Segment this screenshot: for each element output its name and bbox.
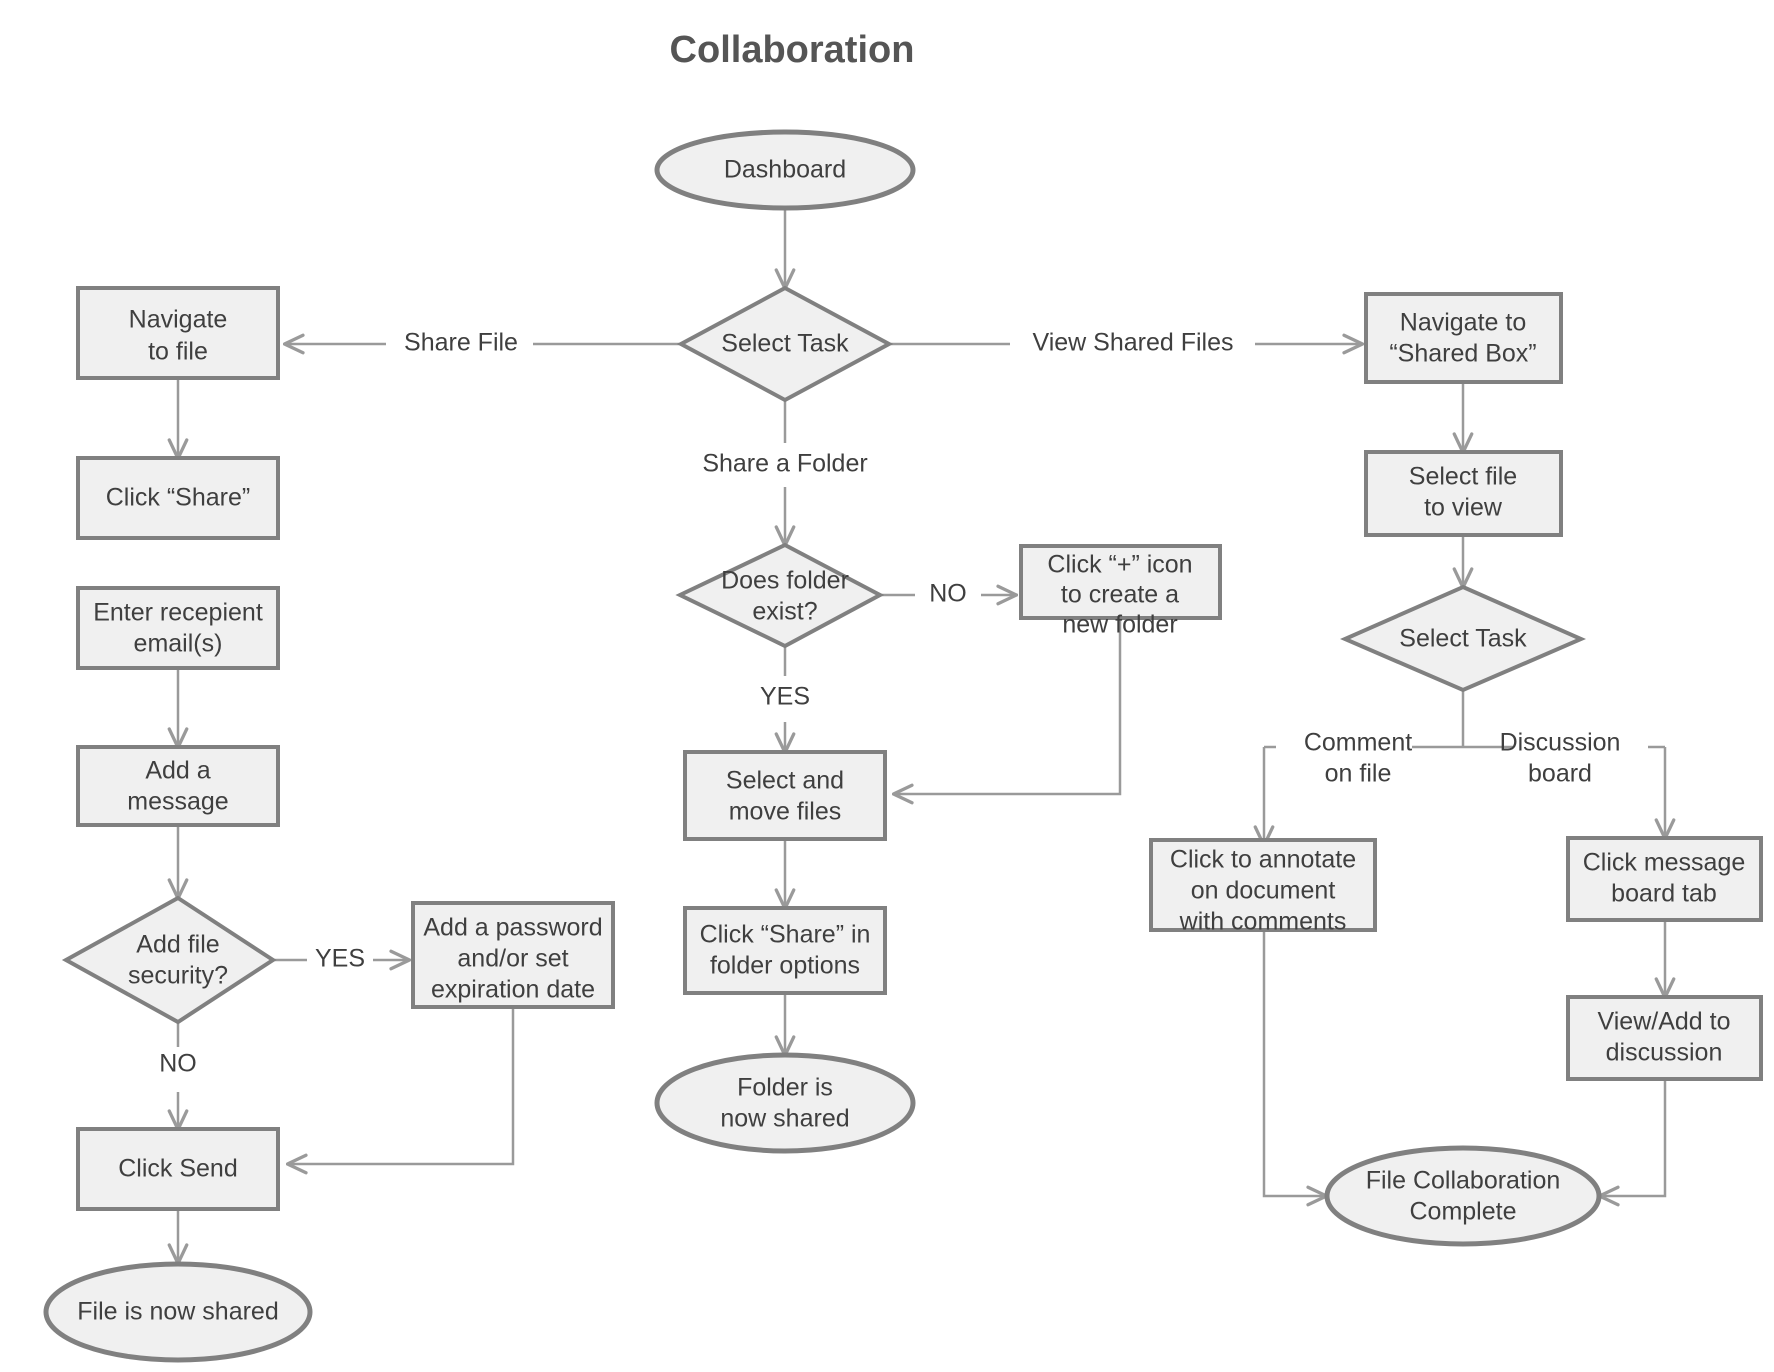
- node-add-password[interactable]: Add a password and/or set expiration dat…: [411, 901, 615, 1009]
- node-select-and-move-files-line1: Select and: [726, 767, 844, 795]
- edge-label-layer: Share File View Shared Files Share a Fol…: [159, 329, 1620, 1078]
- node-enter-recipient-email[interactable]: Enter recepient email(s): [76, 586, 280, 670]
- node-click-to-annotate-line3: with comments: [1179, 908, 1347, 936]
- node-select-task-2[interactable]: Select Task: [1340, 584, 1586, 693]
- node-folder-is-now-shared-line1: Folder is: [737, 1074, 833, 1102]
- node-click-send-label: Click Send: [118, 1155, 238, 1183]
- node-file-is-now-shared[interactable]: File is now shared: [43, 1261, 313, 1363]
- node-dashboard-label: Dashboard: [724, 156, 846, 184]
- edge-label-share-file: Share File: [404, 329, 518, 357]
- node-navigate-shared-box-shape: [1364, 292, 1563, 384]
- node-add-password-line2: and/or set: [457, 945, 568, 973]
- node-add-a-message[interactable]: Add a message: [76, 745, 280, 827]
- edge-label-folder-no: NO: [929, 580, 967, 608]
- node-click-send[interactable]: Click Send: [76, 1127, 280, 1211]
- node-navigate-shared-box[interactable]: Navigate to “Shared Box”: [1364, 292, 1563, 384]
- node-select-and-move-files-shape: [683, 750, 887, 841]
- node-add-a-message-line1: Add a: [145, 757, 210, 785]
- node-add-file-security-line1: Add file: [136, 931, 219, 959]
- node-does-folder-exist-line2: exist?: [752, 598, 817, 626]
- node-select-task-1-label: Select Task: [721, 330, 849, 358]
- node-navigate-shared-box-line1: Navigate to: [1400, 309, 1526, 337]
- node-does-folder-exist-line1: Does folder: [721, 567, 849, 595]
- node-click-to-annotate[interactable]: Click to annotate on document with comme…: [1149, 838, 1377, 936]
- node-enter-recipient-email-line2: email(s): [134, 630, 223, 658]
- node-navigate-shared-box-line2: “Shared Box”: [1389, 340, 1536, 368]
- node-file-is-now-shared-label: File is now shared: [77, 1298, 278, 1326]
- node-click-plus-icon-line3: new folder: [1062, 611, 1177, 639]
- edge-label-view-shared-files: View Shared Files: [1032, 329, 1233, 357]
- node-click-plus-icon[interactable]: Click “+” icon to create a new folder: [1019, 544, 1222, 639]
- node-select-file-to-view[interactable]: Select file to view: [1364, 450, 1563, 537]
- edge-add-password-to-click-send: [288, 1007, 515, 1164]
- node-select-task-2-label: Select Task: [1399, 625, 1527, 653]
- edge-label-folder-yes: YES: [760, 683, 810, 711]
- node-file-collaboration-complete-line2: Complete: [1410, 1198, 1517, 1226]
- node-view-add-discussion-line1: View/Add to: [1598, 1008, 1731, 1036]
- flowchart-svg: Collaboration Share File View Shared Fil…: [43, 29, 1763, 1363]
- node-click-share-label: Click “Share”: [106, 484, 250, 512]
- edge-annotate-to-complete: [1262, 930, 1326, 1196]
- node-folder-is-now-shared-line2: now shared: [720, 1105, 849, 1133]
- node-add-file-security-line2: security?: [128, 962, 228, 990]
- node-navigate-to-file[interactable]: Navigate to file: [76, 286, 280, 380]
- node-does-folder-exist[interactable]: Does folder exist?: [675, 542, 885, 649]
- node-click-to-annotate-line2: on document: [1191, 877, 1336, 905]
- node-click-share-folder-options-line2: folder options: [710, 952, 860, 980]
- edge-label-discussion-board-line1: Discussion: [1500, 729, 1621, 757]
- node-does-folder-exist-shape: [675, 542, 885, 649]
- node-add-password-line1: Add a password: [423, 914, 602, 942]
- node-click-to-annotate-line1: Click to annotate: [1170, 846, 1356, 874]
- edge-view-discussion-to-complete: [1600, 1079, 1667, 1196]
- node-click-message-board-tab-line2: board tab: [1611, 880, 1717, 908]
- node-click-share-folder-options[interactable]: Click “Share” in folder options: [683, 906, 887, 995]
- node-navigate-to-file-line2: to file: [148, 338, 208, 366]
- node-folder-is-now-shared-shape: [654, 1052, 916, 1154]
- page-title: Collaboration: [670, 29, 915, 71]
- node-click-message-board-tab[interactable]: Click message board tab: [1566, 836, 1763, 922]
- node-click-plus-icon-line2: to create a: [1061, 581, 1179, 609]
- edge-label-share-a-folder: Share a Folder: [702, 450, 867, 478]
- node-click-message-board-tab-line1: Click message: [1583, 849, 1746, 877]
- node-select-file-to-view-line2: to view: [1424, 494, 1503, 522]
- edge-label-discussion-board-line2: board: [1528, 760, 1592, 788]
- node-click-plus-icon-line1: Click “+” icon: [1047, 551, 1192, 579]
- node-view-add-discussion-line2: discussion: [1606, 1039, 1723, 1067]
- node-add-file-security[interactable]: Add file security?: [61, 895, 277, 1025]
- node-navigate-to-file-line1: Navigate: [129, 306, 228, 334]
- edge-label-comment-on-file-line2: on file: [1325, 760, 1392, 788]
- node-add-password-line3: expiration date: [431, 976, 595, 1004]
- edge-label-comment-on-file-line1: Comment: [1304, 729, 1412, 757]
- edge-label-security-no: NO: [159, 1050, 197, 1078]
- node-dashboard[interactable]: Dashboard: [654, 129, 916, 211]
- node-click-share[interactable]: Click “Share”: [76, 456, 280, 540]
- node-enter-recipient-email-line1: Enter recepient: [93, 599, 263, 627]
- node-add-a-message-line2: message: [127, 788, 228, 816]
- node-click-share-folder-options-line1: Click “Share” in: [700, 921, 871, 949]
- edge-plus-icon-to-select-move-files: [894, 617, 1122, 794]
- edge-label-security-yes: YES: [315, 945, 365, 973]
- node-file-collaboration-complete[interactable]: File Collaboration Complete: [1324, 1145, 1602, 1247]
- node-select-task-1[interactable]: Select Task: [676, 285, 894, 403]
- node-view-add-discussion[interactable]: View/Add to discussion: [1566, 995, 1763, 1081]
- node-folder-is-now-shared[interactable]: Folder is now shared: [654, 1052, 916, 1154]
- node-file-collaboration-complete-shape: [1324, 1145, 1602, 1247]
- node-select-and-move-files-line2: move files: [729, 798, 842, 826]
- node-select-and-move-files[interactable]: Select and move files: [683, 750, 887, 841]
- node-add-file-security-shape: [61, 895, 277, 1025]
- node-select-file-to-view-line1: Select file: [1409, 463, 1517, 491]
- flowchart-canvas: Collaboration Share File View Shared Fil…: [0, 0, 1774, 1372]
- node-file-collaboration-complete-line1: File Collaboration: [1366, 1167, 1561, 1195]
